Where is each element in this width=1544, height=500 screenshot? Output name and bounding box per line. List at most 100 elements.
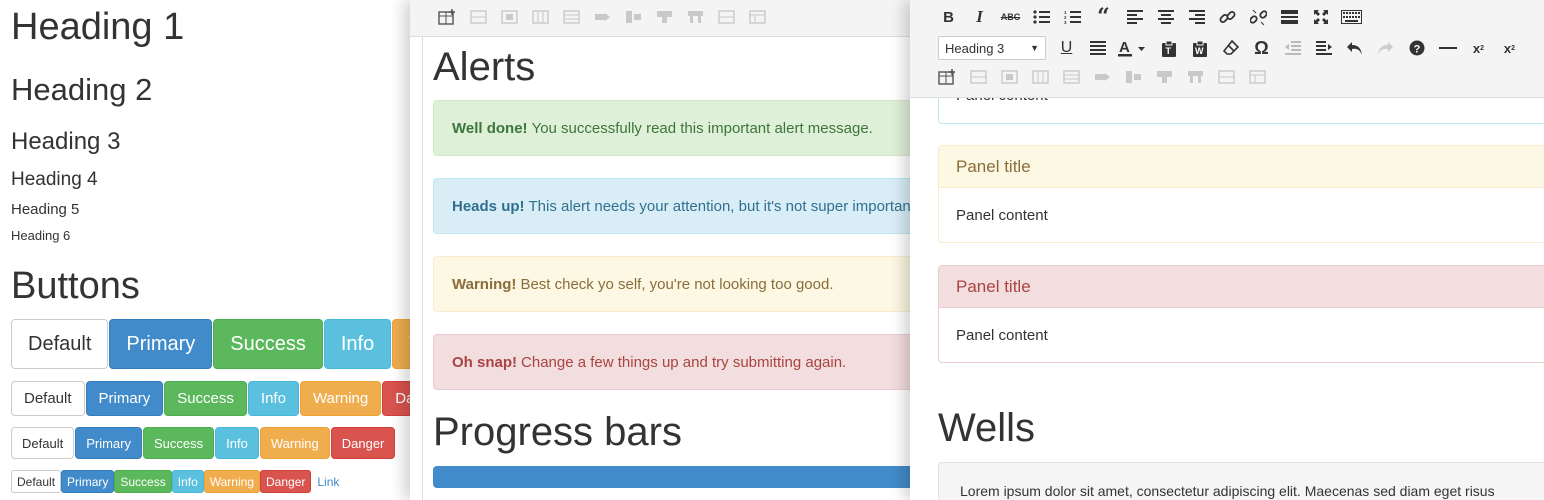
horizontal-line-icon[interactable]: [1437, 37, 1458, 59]
undo-icon[interactable]: [1344, 37, 1365, 59]
insert-table-icon[interactable]: [938, 69, 957, 85]
superscript-icon[interactable]: x2: [1499, 37, 1520, 59]
buttons-medium-row: Default Primary Success Info Warning Dan…: [11, 381, 420, 416]
numbered-list-icon[interactable]: 123: [1062, 6, 1083, 28]
panels-document[interactable]: Panel content Panel title Panel content …: [938, 98, 1544, 500]
button-default-sm[interactable]: Default: [11, 427, 75, 459]
insert-column-icon[interactable]: [1124, 69, 1143, 85]
align-center-icon[interactable]: [1155, 6, 1176, 28]
fullscreen-icon[interactable]: [1310, 6, 1331, 28]
delete-row-icon[interactable]: [1093, 69, 1112, 85]
redo-icon[interactable]: [1375, 37, 1396, 59]
delete-row-icon[interactable]: [593, 9, 612, 25]
button-success-xs[interactable]: Success: [114, 470, 172, 493]
svg-text:T: T: [1165, 46, 1171, 56]
heading-4: Heading 4: [11, 169, 98, 190]
split-cells-icon[interactable]: [1186, 69, 1205, 85]
read-more-icon[interactable]: [1279, 6, 1300, 28]
table-props-icon[interactable]: [531, 9, 550, 25]
button-warning-md[interactable]: Warning: [299, 381, 382, 416]
bullet-list-icon[interactable]: [1031, 6, 1052, 28]
button-default-lg[interactable]: Default: [11, 319, 109, 369]
format-select[interactable]: Heading 3 ▼: [938, 36, 1046, 60]
align-left-icon[interactable]: [1124, 6, 1145, 28]
panel-warning-title: Panel title: [939, 146, 1544, 188]
justify-icon[interactable]: [1087, 37, 1108, 59]
alerts-document[interactable]: Alerts Well done! You successfully read …: [422, 37, 930, 500]
button-success-sm[interactable]: Success: [142, 427, 215, 459]
clear-formatting-icon[interactable]: [1220, 37, 1241, 59]
editor-toolbar-row-3: [938, 69, 1267, 85]
bold-icon[interactable]: B: [938, 6, 959, 28]
alert-info-text: This alert needs your attention, but it'…: [528, 197, 920, 215]
button-default-md[interactable]: Default: [11, 381, 85, 416]
split-cells-icon[interactable]: [686, 9, 705, 25]
paste-text-icon[interactable]: T: [1158, 37, 1179, 59]
insert-row-icon[interactable]: [1062, 69, 1081, 85]
delete-column-icon[interactable]: [655, 9, 674, 25]
alert-warning-text: Best check yo self, you're not looking t…: [520, 275, 834, 293]
paste-word-icon[interactable]: W: [1189, 37, 1210, 59]
alert-danger: Oh snap! Change a few things up and try …: [433, 334, 930, 390]
button-primary-xs[interactable]: Primary: [61, 470, 115, 493]
button-danger-sm[interactable]: Danger: [330, 427, 396, 459]
text-color-icon[interactable]: A: [1118, 37, 1148, 59]
button-link-xs[interactable]: Link: [311, 470, 345, 493]
button-default-xs[interactable]: Default: [11, 470, 62, 493]
alert-success: Well done! You successfully read this im…: [433, 100, 930, 156]
buttons-section-title: Buttons: [11, 265, 140, 307]
delete-column-icon[interactable]: [1155, 69, 1174, 85]
merge-cells-icon[interactable]: [1217, 69, 1236, 85]
svg-text:?: ?: [1413, 44, 1420, 56]
button-success-md[interactable]: Success: [164, 381, 247, 416]
link-icon[interactable]: [1217, 6, 1238, 28]
table-row-icon[interactable]: [969, 69, 988, 85]
unlink-icon[interactable]: [1248, 6, 1269, 28]
help-icon[interactable]: ?: [1406, 37, 1427, 59]
insert-table-icon[interactable]: [438, 9, 457, 25]
insert-column-icon[interactable]: [624, 9, 643, 25]
button-info-lg[interactable]: Info: [323, 319, 392, 369]
outdent-icon[interactable]: [1282, 37, 1303, 59]
button-success-lg[interactable]: Success: [213, 319, 323, 369]
delete-table-icon[interactable]: [1248, 69, 1267, 85]
table-row-icon[interactable]: [469, 9, 488, 25]
well-text: Lorem ipsum dolor sit amet, consectetur …: [960, 483, 1495, 499]
svg-text:W: W: [1195, 46, 1204, 56]
underline-icon[interactable]: U: [1056, 37, 1077, 59]
button-primary-lg[interactable]: Primary: [109, 319, 213, 369]
format-select-value: Heading 3: [945, 40, 1005, 56]
button-primary-sm[interactable]: Primary: [75, 427, 142, 459]
panel-info: Panel content: [938, 98, 1544, 124]
svg-text:A: A: [1119, 39, 1130, 56]
button-warning-xs[interactable]: Warning: [203, 470, 260, 493]
button-primary-md[interactable]: Primary: [85, 381, 164, 416]
button-info-xs[interactable]: Info: [171, 470, 204, 493]
subscript-icon[interactable]: x2: [1468, 37, 1489, 59]
button-warning-sm[interactable]: Warning: [259, 427, 330, 459]
editor-panels-panel: B I ABC 123 “ Heading 3 ▼ U A T W Ω ? x …: [910, 0, 1544, 500]
table-cell-icon[interactable]: [1000, 69, 1019, 85]
align-right-icon[interactable]: [1186, 6, 1207, 28]
heading-6: Heading 6: [11, 228, 71, 243]
delete-table-icon[interactable]: [748, 9, 767, 25]
button-info-md[interactable]: Info: [247, 381, 299, 416]
buttons-large-row: Default Primary Success Info Warning: [11, 319, 420, 369]
button-danger-xs[interactable]: Danger: [260, 470, 312, 493]
alert-warning-strong: Warning!: [452, 275, 517, 293]
table-cell-icon[interactable]: [500, 9, 519, 25]
keyboard-icon[interactable]: [1341, 6, 1362, 28]
table-props-icon[interactable]: [1031, 69, 1050, 85]
insert-row-icon[interactable]: [562, 9, 581, 25]
buttons-xsmall-row: Default Primary Success Info Warning Dan…: [11, 470, 345, 493]
indent-icon[interactable]: [1313, 37, 1334, 59]
button-info-sm[interactable]: Info: [215, 427, 259, 459]
progress-bar: [433, 466, 930, 488]
special-character-icon[interactable]: Ω: [1251, 37, 1272, 59]
panel-warning-content: Panel content: [956, 206, 1048, 224]
merge-cells-icon[interactable]: [717, 9, 736, 25]
strikethrough-icon[interactable]: ABC: [1000, 6, 1021, 28]
blockquote-icon[interactable]: “: [1093, 4, 1114, 30]
panel-warning: Panel title Panel content: [938, 145, 1544, 243]
italic-icon[interactable]: I: [969, 6, 990, 28]
